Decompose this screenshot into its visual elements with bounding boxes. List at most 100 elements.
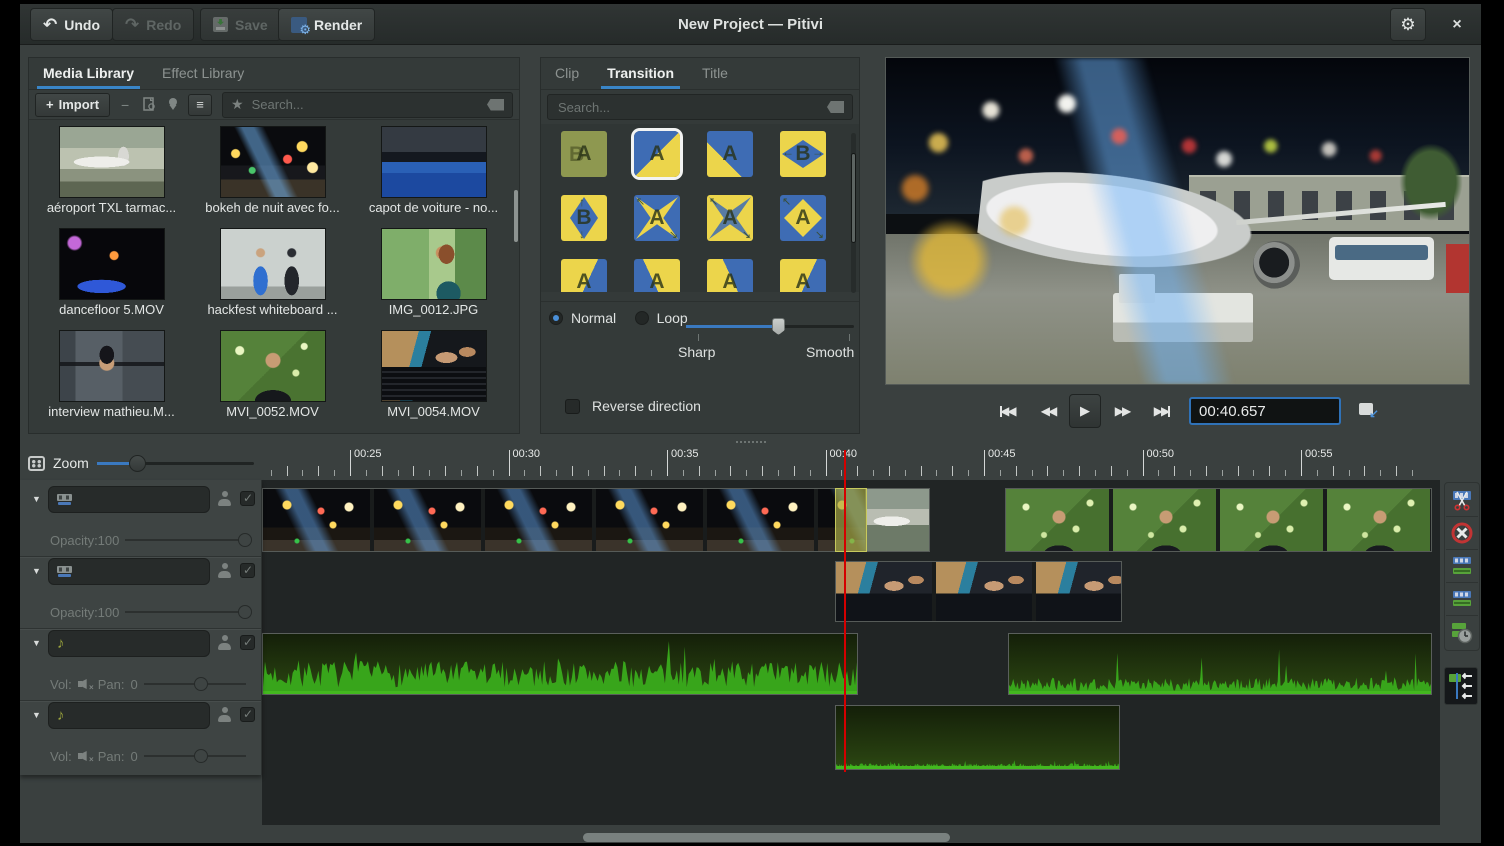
transition-tile-selected[interactable]: A: [634, 131, 680, 177]
timeline-audio-clip[interactable]: [835, 705, 1120, 770]
mute-speaker-icon[interactable]: ×: [78, 750, 92, 762]
clear-search-icon[interactable]: [487, 99, 504, 111]
media-item[interactable]: IMG_0012.JPG: [353, 228, 514, 320]
listview-toggle-button[interactable]: ≡: [188, 94, 212, 116]
split-clip-button[interactable]: [1446, 484, 1478, 517]
timeline-audio-clip[interactable]: [262, 633, 858, 695]
go-to-end-button[interactable]: ▶▶: [1147, 396, 1177, 426]
loop-radio[interactable]: Loop: [635, 310, 688, 326]
media-item[interactable]: dancefloor 5.MOV: [31, 228, 192, 320]
timeline-clip-airport[interactable]: [866, 488, 930, 552]
expander-icon[interactable]: ▼: [32, 566, 41, 576]
close-button[interactable]: ×: [1440, 8, 1474, 41]
render-button[interactable]: Render: [278, 8, 375, 41]
layer-name-field[interactable]: [48, 486, 210, 513]
transition-tile[interactable]: B: [780, 131, 826, 177]
timeline-audio-clip[interactable]: [1008, 633, 1432, 695]
media-item[interactable]: MVI_0054.MOV: [353, 330, 514, 422]
timeline-transition-overlap[interactable]: [835, 488, 867, 552]
media-item[interactable]: MVI_0052.MOV: [192, 330, 353, 422]
transition-scrollbar[interactable]: [851, 133, 856, 293]
person-icon[interactable]: [218, 563, 231, 579]
border-slider[interactable]: [686, 318, 854, 334]
zoom-fit-icon[interactable]: [28, 456, 45, 471]
import-button[interactable]: + Import: [35, 93, 110, 117]
tab-transition[interactable]: Transition: [593, 59, 688, 89]
timeline-clip-keyboard[interactable]: [835, 561, 1122, 622]
fast-forward-button[interactable]: ▶▶: [1107, 396, 1137, 426]
layer-checkbox[interactable]: [240, 635, 255, 650]
person-icon[interactable]: [218, 491, 231, 507]
timecode-field[interactable]: [1189, 397, 1341, 425]
opacity-slider[interactable]: [125, 604, 252, 620]
layer-checkbox[interactable]: [240, 707, 255, 722]
playhead[interactable]: [844, 450, 846, 772]
layer-checkbox[interactable]: [240, 563, 255, 578]
opacity-slider[interactable]: [125, 532, 252, 548]
transition-tile[interactable]: A: [780, 259, 826, 292]
transition-tile[interactable]: A: [561, 259, 607, 292]
expander-icon[interactable]: ▼: [32, 494, 41, 504]
tab-media-library[interactable]: Media Library: [29, 59, 148, 89]
person-icon[interactable]: [218, 635, 231, 651]
mute-speaker-icon[interactable]: ×: [78, 678, 92, 690]
expander-icon[interactable]: ▼: [32, 710, 41, 720]
tab-clip[interactable]: Clip: [541, 59, 593, 89]
media-search-input[interactable]: [250, 96, 481, 113]
normal-radio[interactable]: Normal: [549, 310, 616, 326]
play-button[interactable]: ▶: [1069, 394, 1101, 428]
media-item[interactable]: bokeh de nuit avec fo...: [192, 126, 353, 218]
tab-title[interactable]: Title: [688, 59, 742, 89]
timeline-hscrollbar[interactable]: [20, 825, 1481, 843]
reverse-checkbox[interactable]: [565, 399, 580, 414]
undock-viewer-button[interactable]: ↙: [1357, 401, 1379, 421]
media-item[interactable]: hackfest whiteboard ...: [192, 228, 353, 320]
clear-search-icon[interactable]: [827, 101, 844, 113]
zoom-slider-handle[interactable]: [129, 455, 146, 472]
transition-tile[interactable]: A: [707, 259, 753, 292]
transition-tile[interactable]: A: [634, 259, 680, 292]
transition-search-input[interactable]: [556, 99, 821, 116]
reverse-direction-row[interactable]: Reverse direction: [565, 398, 701, 414]
align-clips-button[interactable]: [1446, 616, 1478, 649]
pan-slider[interactable]: [144, 676, 252, 692]
layer-checkbox[interactable]: [240, 491, 255, 506]
ungroup-button[interactable]: [1446, 550, 1478, 583]
hscrollbar-thumb[interactable]: [583, 833, 950, 842]
transition-tile[interactable]: B: [561, 195, 607, 241]
transition-tile[interactable]: A: [634, 195, 680, 241]
delete-clip-button[interactable]: [1446, 517, 1478, 550]
timeline-ruler[interactable]: 00:2500:3000:3500:4000:4500:5000:55: [262, 448, 1440, 478]
menu-gear-button[interactable]: ⚙: [1390, 8, 1426, 41]
timeline-clip-interview[interactable]: [1005, 488, 1432, 552]
media-scrollbar[interactable]: [514, 190, 518, 242]
gapless-mode-button[interactable]: [1444, 667, 1478, 705]
clip-properties-icon[interactable]: [140, 95, 158, 115]
transition-tile[interactable]: A: [707, 195, 753, 241]
rewind-button[interactable]: ◀◀: [1033, 396, 1063, 426]
media-item[interactable]: capot de voiture - no...: [353, 126, 514, 218]
slider-handle[interactable]: [772, 318, 785, 335]
layer-name-field[interactable]: ♪: [48, 702, 210, 729]
media-item[interactable]: interview mathieu.M...: [31, 330, 192, 422]
expander-icon[interactable]: ▼: [32, 638, 41, 648]
transition-tile[interactable]: A: [780, 195, 826, 241]
media-item[interactable]: aéroport TXL tarmac...: [31, 126, 192, 218]
transition-tile[interactable]: BA: [561, 131, 607, 177]
group-button[interactable]: [1446, 583, 1478, 616]
person-icon[interactable]: [218, 707, 231, 723]
insert-at-end-icon[interactable]: [164, 95, 182, 115]
layer-name-field[interactable]: [48, 558, 210, 585]
save-button[interactable]: Save: [200, 8, 281, 41]
transition-tile[interactable]: A: [707, 131, 753, 177]
pan-slider[interactable]: [144, 748, 252, 764]
tab-effect-library[interactable]: Effect Library: [148, 59, 258, 89]
pane-resize-handle[interactable]: [736, 441, 766, 443]
zoom-slider[interactable]: [97, 454, 254, 472]
layer-name-field[interactable]: ♪: [48, 630, 210, 657]
undo-button[interactable]: ↶ Undo: [30, 8, 113, 41]
go-to-start-button[interactable]: ▶▶: [993, 396, 1023, 426]
timeline-clip-bokeh[interactable]: [262, 488, 866, 552]
remove-clip-icon[interactable]: −: [116, 95, 134, 115]
redo-button[interactable]: ↷ Redo: [112, 8, 194, 41]
